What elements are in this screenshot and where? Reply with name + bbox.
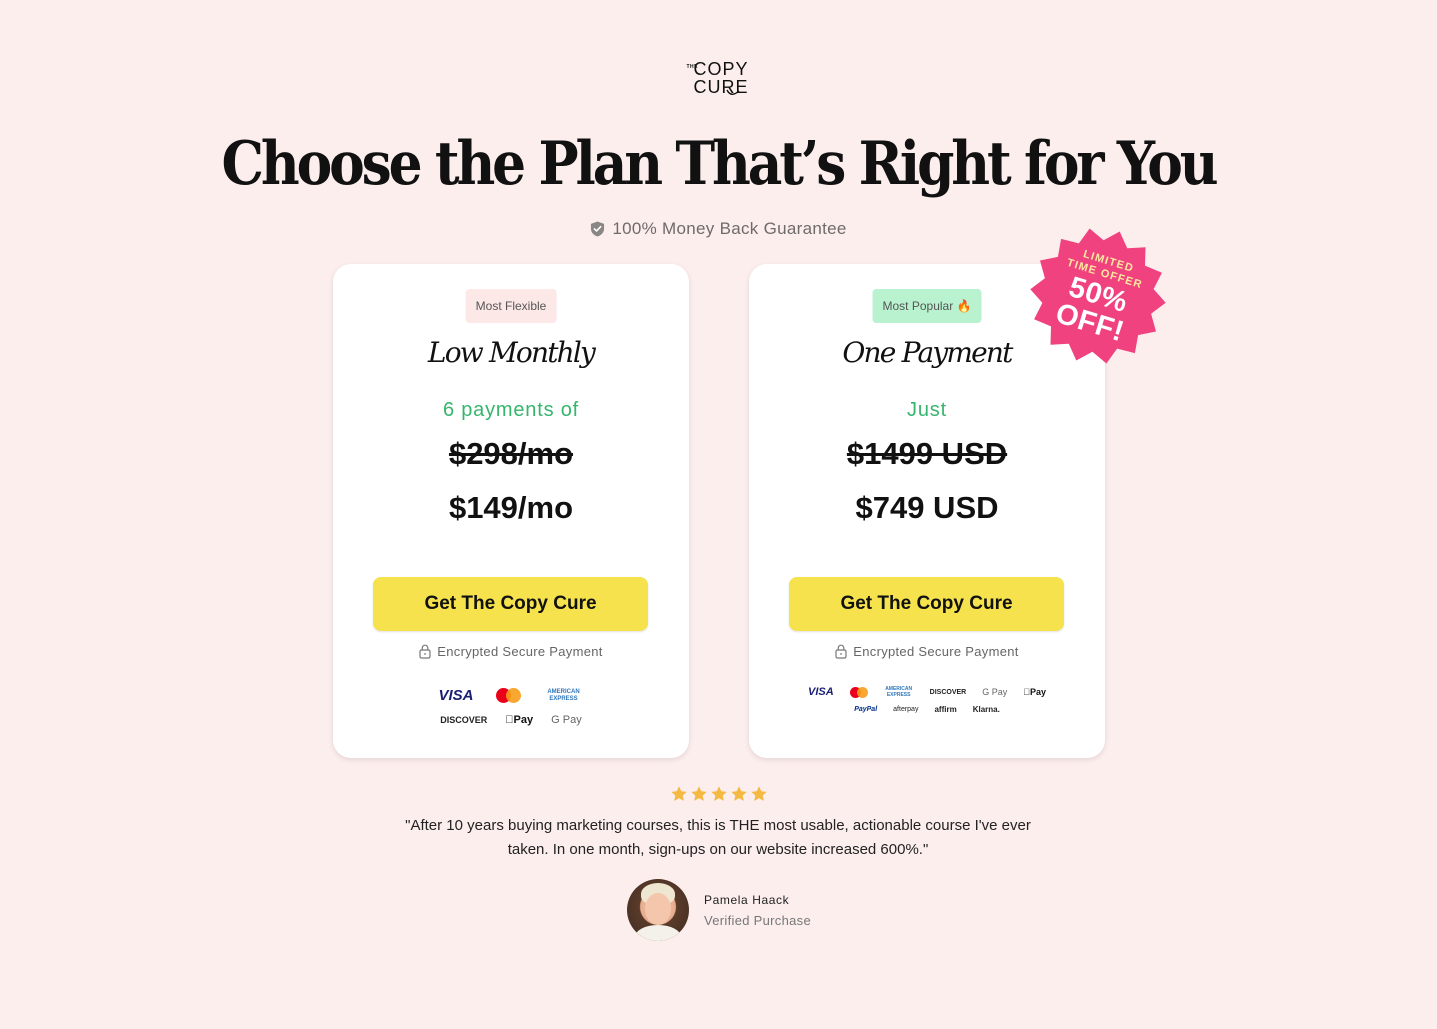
reviewer-status: Verified Purchase xyxy=(704,912,811,928)
payment-methods-row-2: DISCOVER Pay G Pay xyxy=(333,714,689,726)
plan-price: $149/mo xyxy=(448,490,574,525)
money-back-guarantee: 100% Money Back Guarantee xyxy=(0,219,1437,239)
plan-old-price: $1499 USD xyxy=(846,436,1008,471)
secure-payment-text: Encrypted Secure Payment xyxy=(437,644,603,659)
avatar xyxy=(627,879,689,941)
visa-logo-icon: VISA xyxy=(807,686,834,698)
mastercard-logo-icon xyxy=(495,687,522,704)
google-pay-logo-icon: G Pay xyxy=(982,687,1008,697)
rating-stars xyxy=(0,785,1437,803)
paypal-logo-icon: PayPal xyxy=(854,706,878,713)
plan-pre-price: 6 payments of xyxy=(442,399,580,421)
plan-price: $749 USD xyxy=(855,490,999,525)
star-icon xyxy=(750,786,767,801)
lock-icon xyxy=(835,644,847,659)
payment-methods-row-1: VISA AMERICANEXPRESS DISCOVER G Pay Pay xyxy=(749,686,1105,698)
testimonial-quote: "After 10 years buying marketing courses… xyxy=(405,817,1031,858)
secure-payment-text: Encrypted Secure Payment xyxy=(853,644,1019,659)
shield-check-icon xyxy=(591,221,605,237)
discover-logo-icon: DISCOVER xyxy=(929,688,967,696)
amex-logo-icon: AMERICAN EXPRESS xyxy=(885,686,913,698)
secure-payment-note: Encrypted Secure Payment xyxy=(749,644,1105,659)
apple-pay-logo-icon: Pay xyxy=(1023,687,1046,697)
plan-badge: Most Flexible xyxy=(465,289,557,323)
mastercard-logo-icon xyxy=(849,686,868,698)
get-copy-cure-button[interactable]: Get The Copy Cure xyxy=(373,577,648,631)
limited-offer-sticker: LIMITED TIME OFFER 50% OFF! xyxy=(1028,226,1168,366)
affirm-logo-icon: affirm xyxy=(934,705,957,714)
logo-line-2: CURE xyxy=(693,77,749,97)
discover-logo-icon: DISCOVER xyxy=(440,715,488,725)
guarantee-text: 100% Money Back Guarantee xyxy=(612,219,847,238)
payment-methods-row-2: PayPal afterpay affirm Klarna. xyxy=(749,705,1105,714)
apple-pay-logo-icon: Pay xyxy=(505,714,533,726)
plan-pre-price: Just xyxy=(907,399,947,421)
amex-logo-icon: AMERICAN EXPRESS xyxy=(547,688,580,702)
reviewer-name: Pamela Haack xyxy=(704,892,790,907)
apple-pay-label: Pay xyxy=(1026,687,1046,697)
star-icon xyxy=(670,786,687,801)
apple-pay-label: Pay xyxy=(509,714,534,726)
plan-name: Low Monthly xyxy=(427,336,596,369)
klarna-logo-icon: Klarna. xyxy=(972,705,1000,714)
lock-icon xyxy=(419,644,431,659)
plan-old-price: $298/mo xyxy=(448,436,574,471)
logo-line-1: COPY xyxy=(693,59,749,79)
visa-logo-icon: VISA xyxy=(438,687,474,704)
secure-payment-note: Encrypted Secure Payment xyxy=(333,644,689,659)
payment-methods-row-1: VISA AMERICAN EXPRESS xyxy=(333,687,689,704)
logo-swash-icon xyxy=(725,89,739,95)
page-title: Choose the Plan That’s Right for You xyxy=(221,129,1219,199)
star-icon xyxy=(690,786,707,801)
star-icon xyxy=(730,786,747,801)
get-copy-cure-button[interactable]: Get The Copy Cure xyxy=(789,577,1064,631)
google-pay-logo-icon: G Pay xyxy=(547,714,582,726)
afterpay-logo-icon: afterpay xyxy=(893,706,919,713)
reviewer: Pamela Haack Verified Purchase xyxy=(627,879,811,941)
logo[interactable]: THE COPY CURE xyxy=(0,58,1437,102)
plan-badge: Most Popular 🔥 xyxy=(872,289,982,323)
star-icon xyxy=(710,786,727,801)
plan-card-low-monthly: Most Flexible Low Monthly 6 payments of … xyxy=(333,264,689,758)
